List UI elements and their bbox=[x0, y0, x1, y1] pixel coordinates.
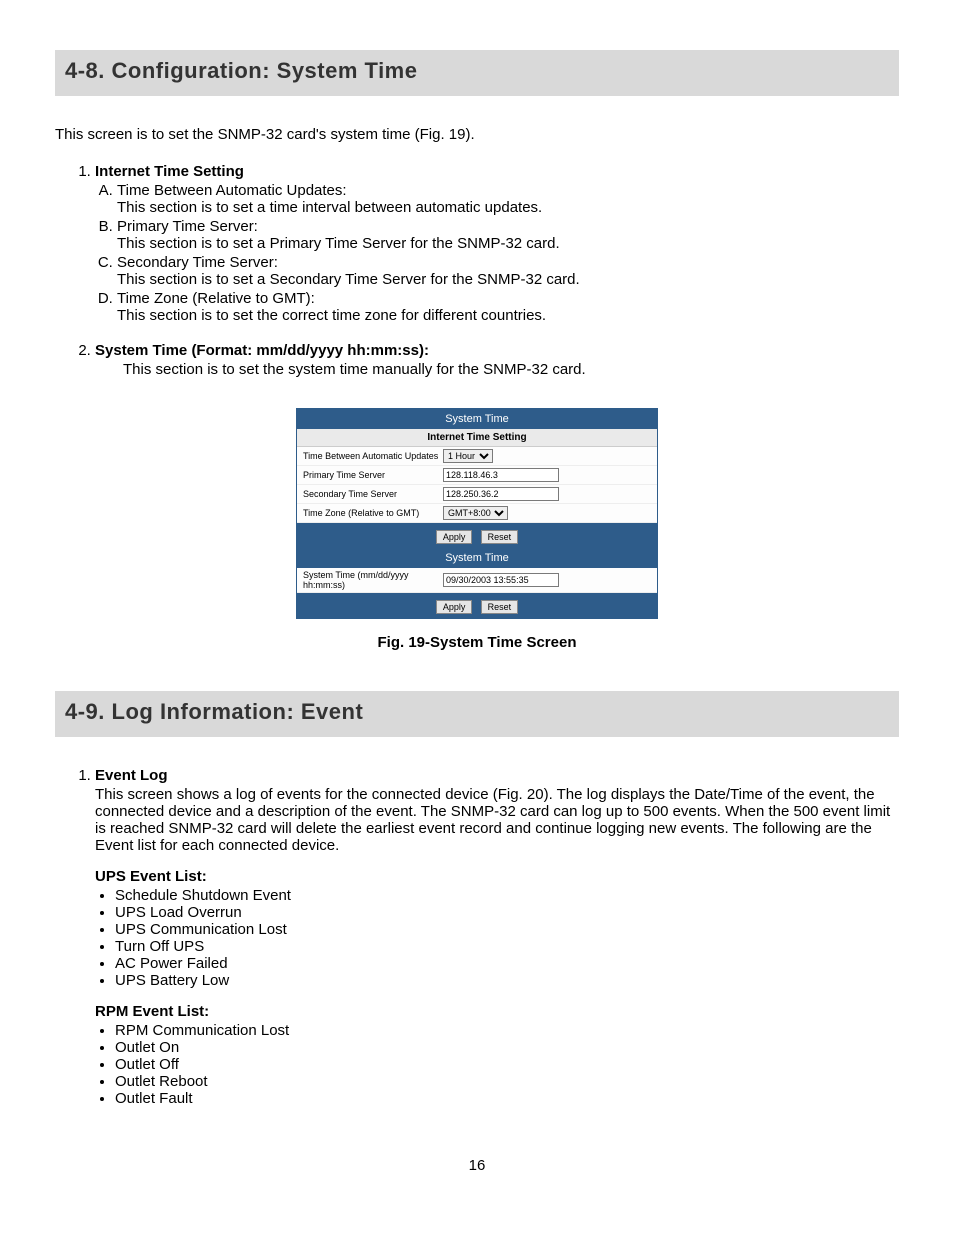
figure-button-bar-2: Apply Reset bbox=[297, 593, 657, 618]
list-item-title: Event Log bbox=[95, 767, 168, 784]
figure-header-system-time: System Time bbox=[297, 409, 657, 429]
figure-label: Primary Time Server bbox=[303, 470, 443, 480]
section-heading-4-9: 4-9. Log Information: Event bbox=[55, 691, 899, 737]
interval-select[interactable]: 1 Hour bbox=[443, 449, 493, 463]
sub-item-head: Time Between Automatic Updates: bbox=[117, 182, 347, 199]
sub-item-b: Primary Time Server: This section is to … bbox=[117, 218, 899, 252]
reset-button[interactable]: Reset bbox=[481, 600, 519, 614]
apply-button[interactable]: Apply bbox=[436, 530, 473, 544]
figure-label: System Time (mm/dd/yyyy hh:mm:ss) bbox=[303, 570, 443, 590]
figure-label: Time Zone (Relative to GMT) bbox=[303, 508, 443, 518]
rpm-event-list-title: RPM Event List: bbox=[95, 1003, 899, 1020]
figure-row-secondary: Secondary Time Server bbox=[297, 485, 657, 504]
list-item-title: Internet Time Setting bbox=[95, 163, 244, 180]
list-item: Outlet Reboot bbox=[115, 1073, 899, 1090]
figure-button-bar-1: Apply Reset bbox=[297, 523, 657, 548]
figure-subheader-internet-time: Internet Time Setting bbox=[297, 429, 657, 447]
list-item-internet-time: Internet Time Setting Time Between Autom… bbox=[95, 163, 899, 324]
figure-caption: Fig. 19-System Time Screen bbox=[55, 634, 899, 651]
event-log-body: This screen shows a log of events for th… bbox=[95, 786, 899, 854]
section-heading-4-8: 4-8. Configuration: System Time bbox=[55, 50, 899, 96]
ups-event-list: Schedule Shutdown Event UPS Load Overrun… bbox=[115, 887, 899, 989]
figure-row-interval: Time Between Automatic Updates 1 Hour bbox=[297, 447, 657, 466]
sub-item-d: Time Zone (Relative to GMT): This sectio… bbox=[117, 290, 899, 324]
sub-item-head: Secondary Time Server: bbox=[117, 254, 278, 271]
list-item: UPS Battery Low bbox=[115, 972, 899, 989]
list-item-body: This section is to set the system time m… bbox=[123, 361, 899, 378]
figure-label: Time Between Automatic Updates bbox=[303, 451, 443, 461]
main-ordered-list-49: Event Log This screen shows a log of eve… bbox=[95, 767, 899, 1107]
apply-button[interactable]: Apply bbox=[436, 600, 473, 614]
sub-item-body: This section is to set a Secondary Time … bbox=[117, 271, 580, 288]
list-item: Outlet Off bbox=[115, 1056, 899, 1073]
list-item: UPS Load Overrun bbox=[115, 904, 899, 921]
figure-system-time: System Time Internet Time Setting Time B… bbox=[296, 408, 658, 619]
figure-label: Secondary Time Server bbox=[303, 489, 443, 499]
sub-item-head: Primary Time Server: bbox=[117, 218, 258, 235]
list-item: AC Power Failed bbox=[115, 955, 899, 972]
figure-row-timezone: Time Zone (Relative to GMT) GMT+8:00 bbox=[297, 504, 657, 523]
figure-row-primary: Primary Time Server bbox=[297, 466, 657, 485]
sub-item-body: This section is to set a Primary Time Se… bbox=[117, 235, 560, 252]
sub-item-body: This section is to set a time interval b… bbox=[117, 199, 542, 216]
main-ordered-list: Internet Time Setting Time Between Autom… bbox=[95, 163, 899, 378]
figure-header-system-time-2: System Time bbox=[297, 548, 657, 568]
list-item: Outlet On bbox=[115, 1039, 899, 1056]
sub-item-head: Time Zone (Relative to GMT): bbox=[117, 290, 315, 307]
list-item-event-log: Event Log This screen shows a log of eve… bbox=[95, 767, 899, 1107]
reset-button[interactable]: Reset bbox=[481, 530, 519, 544]
rpm-event-list: RPM Communication Lost Outlet On Outlet … bbox=[115, 1022, 899, 1107]
list-item-title: System Time (Format: mm/dd/yyyy hh:mm:ss… bbox=[95, 342, 429, 359]
list-item: Schedule Shutdown Event bbox=[115, 887, 899, 904]
list-item: Turn Off UPS bbox=[115, 938, 899, 955]
sub-list-alpha: Time Between Automatic Updates: This sec… bbox=[117, 182, 899, 324]
sub-item-a: Time Between Automatic Updates: This sec… bbox=[117, 182, 899, 216]
sub-item-body: This section is to set the correct time … bbox=[117, 307, 546, 324]
list-item: UPS Communication Lost bbox=[115, 921, 899, 938]
page-number: 16 bbox=[55, 1157, 899, 1174]
sub-item-c: Secondary Time Server: This section is t… bbox=[117, 254, 899, 288]
figure-row-systime: System Time (mm/dd/yyyy hh:mm:ss) bbox=[297, 568, 657, 593]
secondary-server-input[interactable] bbox=[443, 487, 559, 501]
timezone-select[interactable]: GMT+8:00 bbox=[443, 506, 508, 520]
system-time-input[interactable] bbox=[443, 573, 559, 587]
list-item: RPM Communication Lost bbox=[115, 1022, 899, 1039]
intro-paragraph: This screen is to set the SNMP-32 card's… bbox=[55, 126, 899, 143]
list-item: Outlet Fault bbox=[115, 1090, 899, 1107]
list-item-system-time: System Time (Format: mm/dd/yyyy hh:mm:ss… bbox=[95, 342, 899, 378]
primary-server-input[interactable] bbox=[443, 468, 559, 482]
ups-event-list-title: UPS Event List: bbox=[95, 868, 899, 885]
